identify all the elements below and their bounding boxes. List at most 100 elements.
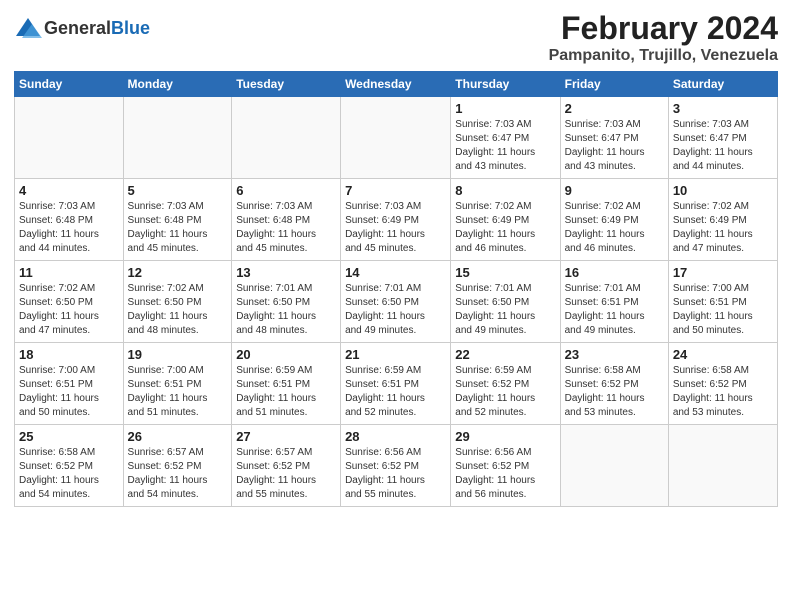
- day-number: 12: [128, 265, 228, 280]
- day-number: 20: [236, 347, 336, 362]
- calendar-cell: 5 Sunrise: 7:03 AM Sunset: 6:48 PM Daylig…: [123, 179, 232, 261]
- header: GeneralBlue February 2024 Pampanito, Tru…: [14, 10, 778, 65]
- calendar-cell: [15, 97, 124, 179]
- day-number: 13: [236, 265, 336, 280]
- week-row-4: 18 Sunrise: 7:00 AM Sunset: 6:51 PM Dayli…: [15, 343, 778, 425]
- calendar-header-tuesday: Tuesday: [232, 72, 341, 97]
- calendar-header-friday: Friday: [560, 72, 668, 97]
- calendar-cell: 11 Sunrise: 7:02 AM Sunset: 6:50 PM Dayli…: [15, 261, 124, 343]
- calendar-cell: 17Sunrise: 7:00 AM Sunset: 6:51 PM Dayli…: [668, 261, 777, 343]
- day-info: Sunrise: 7:03 AM Sunset: 6:47 PM Dayligh…: [455, 118, 555, 174]
- page-subtitle: Pampanito, Trujillo, Venezuela: [549, 47, 778, 65]
- day-number: 23: [565, 347, 664, 362]
- calendar-cell: 26 Sunrise: 6:57 AM Sunset: 6:52 PM Dayli…: [123, 425, 232, 507]
- week-row-3: 11 Sunrise: 7:02 AM Sunset: 6:50 PM Dayli…: [15, 261, 778, 343]
- day-info: Sunrise: 7:02 AM Sunset: 6:49 PM Dayligh…: [565, 200, 664, 256]
- calendar-cell: 14Sunrise: 7:01 AM Sunset: 6:50 PM Dayli…: [341, 261, 451, 343]
- calendar-cell: 16 Sunrise: 7:01 AM Sunset: 6:51 PM Dayli…: [560, 261, 668, 343]
- day-number: 19: [128, 347, 228, 362]
- day-info: Sunrise: 6:58 AM Sunset: 6:52 PM Dayligh…: [19, 446, 119, 502]
- calendar-cell: 24 Sunrise: 6:58 AM Sunset: 6:52 PM Dayli…: [668, 343, 777, 425]
- day-number: 29: [455, 429, 555, 444]
- day-info: Sunrise: 6:56 AM Sunset: 6:52 PM Dayligh…: [345, 446, 446, 502]
- day-number: 22: [455, 347, 555, 362]
- calendar-cell: 2 Sunrise: 7:03 AM Sunset: 6:47 PM Daylig…: [560, 97, 668, 179]
- day-info: Sunrise: 6:59 AM Sunset: 6:52 PM Dayligh…: [455, 364, 555, 420]
- calendar-cell: 28 Sunrise: 6:56 AM Sunset: 6:52 PM Dayli…: [341, 425, 451, 507]
- day-number: 9: [565, 183, 664, 198]
- day-info: Sunrise: 7:03 AM Sunset: 6:49 PM Dayligh…: [345, 200, 446, 256]
- day-info: Sunrise: 7:00 AM Sunset: 6:51 PM Dayligh…: [19, 364, 119, 420]
- calendar-cell: 13 Sunrise: 7:01 AM Sunset: 6:50 PM Dayli…: [232, 261, 341, 343]
- day-info: Sunrise: 6:59 AM Sunset: 6:51 PM Dayligh…: [345, 364, 446, 420]
- calendar-cell: [668, 425, 777, 507]
- calendar-table: SundayMondayTuesdayWednesdayThursdayFrid…: [14, 71, 778, 507]
- calendar-cell: [560, 425, 668, 507]
- day-info: Sunrise: 6:59 AM Sunset: 6:51 PM Dayligh…: [236, 364, 336, 420]
- day-number: 15: [455, 265, 555, 280]
- calendar-cell: 27Sunrise: 6:57 AM Sunset: 6:52 PM Dayli…: [232, 425, 341, 507]
- calendar-cell: 3 Sunrise: 7:03 AM Sunset: 6:47 PM Daylig…: [668, 97, 777, 179]
- title-block: February 2024 Pampanito, Trujillo, Venez…: [549, 10, 778, 65]
- day-number: 28: [345, 429, 446, 444]
- day-number: 3: [673, 101, 773, 116]
- calendar-cell: 20 Sunrise: 6:59 AM Sunset: 6:51 PM Dayli…: [232, 343, 341, 425]
- logo-general-text: General: [44, 18, 111, 38]
- logo: GeneralBlue: [14, 16, 150, 40]
- day-number: 24: [673, 347, 773, 362]
- day-info: Sunrise: 7:02 AM Sunset: 6:50 PM Dayligh…: [19, 282, 119, 338]
- day-number: 16: [565, 265, 664, 280]
- day-number: 1: [455, 101, 555, 116]
- calendar-header-row: SundayMondayTuesdayWednesdayThursdayFrid…: [15, 72, 778, 97]
- calendar-cell: [123, 97, 232, 179]
- calendar-header-monday: Monday: [123, 72, 232, 97]
- day-info: Sunrise: 7:02 AM Sunset: 6:50 PM Dayligh…: [128, 282, 228, 338]
- day-info: Sunrise: 7:02 AM Sunset: 6:49 PM Dayligh…: [673, 200, 773, 256]
- calendar-cell: 1 Sunrise: 7:03 AM Sunset: 6:47 PM Daylig…: [451, 97, 560, 179]
- calendar-cell: 18 Sunrise: 7:00 AM Sunset: 6:51 PM Dayli…: [15, 343, 124, 425]
- calendar-cell: [232, 97, 341, 179]
- page-title: February 2024: [549, 10, 778, 47]
- calendar-cell: 9 Sunrise: 7:02 AM Sunset: 6:49 PM Daylig…: [560, 179, 668, 261]
- day-number: 5: [128, 183, 228, 198]
- calendar-header-saturday: Saturday: [668, 72, 777, 97]
- day-number: 26: [128, 429, 228, 444]
- logo-icon: [14, 16, 42, 40]
- day-info: Sunrise: 7:02 AM Sunset: 6:49 PM Dayligh…: [455, 200, 555, 256]
- calendar-cell: 7Sunrise: 7:03 AM Sunset: 6:49 PM Daylig…: [341, 179, 451, 261]
- calendar-cell: 6 Sunrise: 7:03 AM Sunset: 6:48 PM Daylig…: [232, 179, 341, 261]
- day-info: Sunrise: 7:03 AM Sunset: 6:48 PM Dayligh…: [19, 200, 119, 256]
- day-info: Sunrise: 7:01 AM Sunset: 6:51 PM Dayligh…: [565, 282, 664, 338]
- day-info: Sunrise: 7:01 AM Sunset: 6:50 PM Dayligh…: [455, 282, 555, 338]
- day-info: Sunrise: 6:56 AM Sunset: 6:52 PM Dayligh…: [455, 446, 555, 502]
- calendar-cell: 21 Sunrise: 6:59 AM Sunset: 6:51 PM Dayli…: [341, 343, 451, 425]
- calendar-cell: 15 Sunrise: 7:01 AM Sunset: 6:50 PM Dayli…: [451, 261, 560, 343]
- calendar-cell: 12 Sunrise: 7:02 AM Sunset: 6:50 PM Dayli…: [123, 261, 232, 343]
- calendar-cell: 25Sunrise: 6:58 AM Sunset: 6:52 PM Dayli…: [15, 425, 124, 507]
- day-number: 10: [673, 183, 773, 198]
- page-container: GeneralBlue February 2024 Pampanito, Tru…: [0, 0, 792, 517]
- day-info: Sunrise: 7:03 AM Sunset: 6:47 PM Dayligh…: [673, 118, 773, 174]
- day-number: 6: [236, 183, 336, 198]
- day-number: 8: [455, 183, 555, 198]
- day-info: Sunrise: 7:01 AM Sunset: 6:50 PM Dayligh…: [345, 282, 446, 338]
- calendar-cell: 4 Sunrise: 7:03 AM Sunset: 6:48 PM Daylig…: [15, 179, 124, 261]
- day-info: Sunrise: 6:58 AM Sunset: 6:52 PM Dayligh…: [673, 364, 773, 420]
- day-number: 18: [19, 347, 119, 362]
- calendar-cell: 19 Sunrise: 7:00 AM Sunset: 6:51 PM Dayli…: [123, 343, 232, 425]
- day-info: Sunrise: 7:03 AM Sunset: 6:48 PM Dayligh…: [236, 200, 336, 256]
- day-number: 4: [19, 183, 119, 198]
- day-number: 11: [19, 265, 119, 280]
- day-number: 2: [565, 101, 664, 116]
- day-number: 21: [345, 347, 446, 362]
- calendar-cell: 29 Sunrise: 6:56 AM Sunset: 6:52 PM Dayli…: [451, 425, 560, 507]
- calendar-cell: 8 Sunrise: 7:02 AM Sunset: 6:49 PM Daylig…: [451, 179, 560, 261]
- day-info: Sunrise: 6:58 AM Sunset: 6:52 PM Dayligh…: [565, 364, 664, 420]
- day-info: Sunrise: 7:03 AM Sunset: 6:48 PM Dayligh…: [128, 200, 228, 256]
- day-info: Sunrise: 6:57 AM Sunset: 6:52 PM Dayligh…: [128, 446, 228, 502]
- calendar-header-wednesday: Wednesday: [341, 72, 451, 97]
- day-info: Sunrise: 7:01 AM Sunset: 6:50 PM Dayligh…: [236, 282, 336, 338]
- day-info: Sunrise: 7:00 AM Sunset: 6:51 PM Dayligh…: [128, 364, 228, 420]
- day-info: Sunrise: 7:03 AM Sunset: 6:47 PM Dayligh…: [565, 118, 664, 174]
- day-info: Sunrise: 6:57 AM Sunset: 6:52 PM Dayligh…: [236, 446, 336, 502]
